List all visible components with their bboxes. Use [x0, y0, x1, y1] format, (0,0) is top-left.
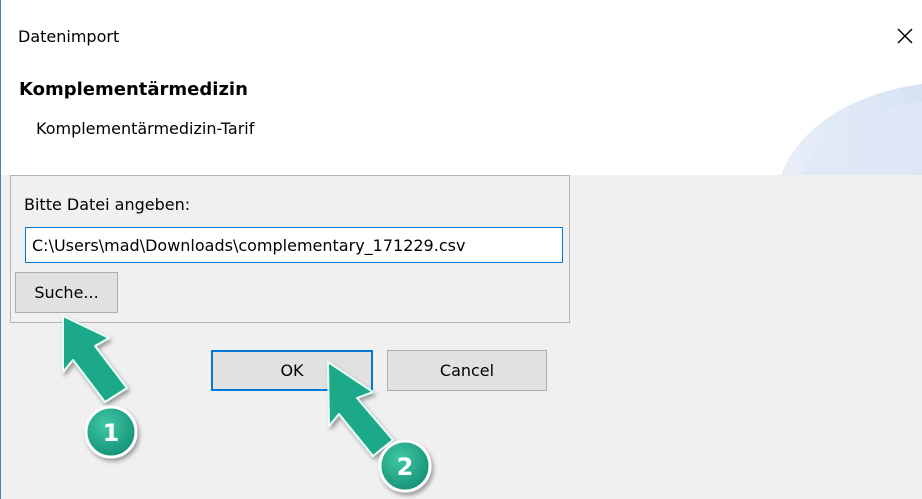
cancel-button[interactable]: Cancel	[387, 350, 547, 391]
file-path-label: Bitte Datei angeben:	[24, 195, 191, 214]
banner-subheading: Komplementärmedizin-Tarif	[36, 119, 255, 138]
file-path-input[interactable]	[25, 227, 563, 263]
title-bar[interactable]: Datenimport	[1, 0, 922, 62]
step-2-number: 2	[397, 453, 414, 481]
banner-heading: Komplementärmedizin	[19, 79, 248, 100]
header-banner: Komplementärmedizin Komplementärmedizin-…	[1, 62, 922, 175]
step-1-number: 1	[103, 419, 120, 447]
file-selection-panel: Bitte Datei angeben: Suche...	[10, 175, 570, 323]
close-button[interactable]	[887, 18, 922, 54]
ok-button[interactable]: OK	[211, 350, 373, 391]
step-2-badge: 2	[378, 439, 432, 493]
step-1-badge: 1	[84, 405, 138, 459]
browse-button[interactable]: Suche...	[15, 272, 118, 313]
step-1-arrow-icon	[62, 315, 128, 403]
datenimport-dialog: Datenimport Komplementärmedizin Kompleme…	[0, 0, 922, 499]
window-title: Datenimport	[18, 27, 120, 46]
close-icon	[897, 28, 913, 44]
